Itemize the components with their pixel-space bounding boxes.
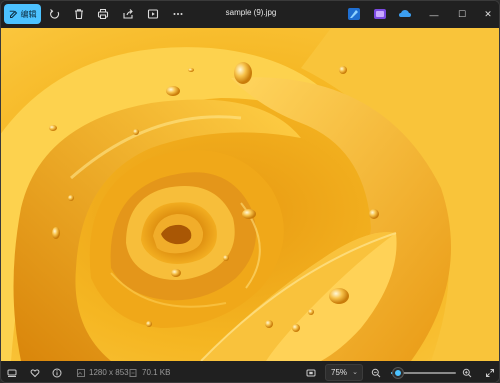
edit-label: 编辑 xyxy=(20,9,37,19)
expand-icon xyxy=(486,369,494,377)
share-button[interactable] xyxy=(119,5,137,23)
status-bar: 1280 x 853 70.1 KB 75% ⌄ xyxy=(1,361,499,382)
delete-icon xyxy=(75,9,83,20)
share-icon xyxy=(123,9,133,19)
close-button[interactable]: ✕ xyxy=(473,1,499,28)
file-size: 70.1 KB xyxy=(142,368,171,377)
chevron-down-icon: ⌄ xyxy=(352,369,358,376)
favorite-button[interactable] xyxy=(28,366,42,380)
more-button[interactable] xyxy=(169,5,187,23)
edit-icon xyxy=(9,10,17,18)
zoom-in-button[interactable] xyxy=(460,366,474,380)
edit-button[interactable]: 编辑 xyxy=(4,4,41,24)
more-icon xyxy=(173,13,183,15)
slideshow-button[interactable] xyxy=(144,5,162,23)
print-icon xyxy=(97,9,109,19)
fit-screen-icon xyxy=(306,369,316,377)
clipchamp-app-icon[interactable] xyxy=(373,7,387,21)
zoom-slider-thumb[interactable] xyxy=(393,368,403,378)
image-size-icon xyxy=(74,366,88,380)
rose-photo xyxy=(1,28,499,361)
delete-button[interactable] xyxy=(70,5,88,23)
filmstrip-icon xyxy=(7,369,17,377)
designer-app-icon[interactable] xyxy=(347,7,361,21)
file-name: sample (9).jpg xyxy=(225,8,277,17)
photos-window: 编辑 sample (9).jpg — ☐ ✕ 1280 x 853 70.1 … xyxy=(0,0,500,383)
filmstrip-button[interactable] xyxy=(5,366,19,380)
rotate-icon xyxy=(50,9,60,19)
rotate-button[interactable] xyxy=(46,5,64,23)
file-info-button[interactable] xyxy=(50,366,64,380)
zoom-in-icon xyxy=(462,368,472,378)
minimize-button[interactable]: — xyxy=(419,1,449,28)
fit-to-window-button[interactable] xyxy=(304,366,318,380)
zoom-out-button[interactable] xyxy=(369,366,383,380)
onedrive-icon[interactable] xyxy=(398,7,412,21)
info-icon xyxy=(52,368,62,378)
zoom-out-icon xyxy=(371,368,381,378)
photo-canvas[interactable] xyxy=(1,28,499,361)
image-dimensions: 1280 x 853 xyxy=(89,368,129,377)
print-button[interactable] xyxy=(94,5,112,23)
heart-icon xyxy=(30,369,40,378)
slideshow-icon xyxy=(147,9,159,19)
zoom-level-dropdown[interactable]: 75% ⌄ xyxy=(325,364,363,381)
file-size-icon xyxy=(126,366,140,380)
title-bar: 编辑 sample (9).jpg — ☐ ✕ xyxy=(1,1,499,28)
zoom-level-value: 75% xyxy=(331,368,348,377)
full-screen-button[interactable] xyxy=(483,366,497,380)
